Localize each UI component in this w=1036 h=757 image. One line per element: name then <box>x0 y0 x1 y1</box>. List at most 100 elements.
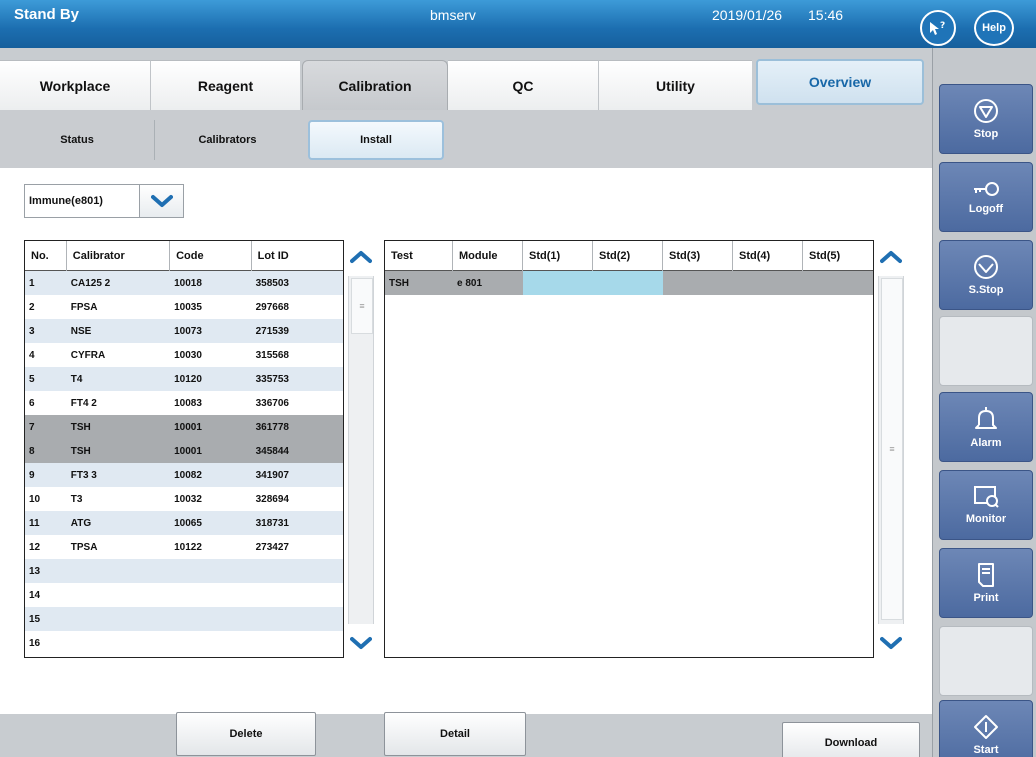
detail-button[interactable]: Detail <box>384 712 526 756</box>
system-status: Stand By <box>14 6 80 23</box>
header-code[interactable]: Code <box>170 241 252 271</box>
header-test[interactable]: Test <box>385 241 453 271</box>
cell-no: 14 <box>29 589 41 601</box>
stop-button[interactable]: Stop <box>939 84 1033 154</box>
cell-calibrator: TPSA <box>70 541 98 553</box>
chevron-down-icon <box>880 637 902 649</box>
empty-slot <box>939 316 1033 386</box>
module-dropdown-toggle[interactable] <box>140 184 184 218</box>
start-button[interactable]: Start <box>939 700 1033 757</box>
cell-lot-id: 336706 <box>255 397 289 409</box>
start-label: Start <box>973 744 999 756</box>
cell-code: 10001 <box>174 421 202 433</box>
bell-icon <box>975 407 997 429</box>
scroll-track[interactable]: ≡ <box>348 276 374 624</box>
monitor-label: Monitor <box>965 513 1007 525</box>
subtab-status[interactable]: Status <box>0 120 154 160</box>
table-row[interactable]: 1 CA125 2 10018 358503 <box>25 271 343 295</box>
cell-code: 10032 <box>174 493 202 505</box>
cell-std5[interactable] <box>803 271 873 295</box>
cell-calibrator: TSH <box>70 421 91 433</box>
sstop-button[interactable]: S.Stop <box>939 240 1033 310</box>
table-row[interactable]: 2 FPSA 10035 297668 <box>25 295 343 319</box>
logoff-label: Logoff <box>968 203 1004 215</box>
calibrator-scrollbar[interactable]: ≡ <box>346 240 376 660</box>
tab-overview[interactable]: Overview <box>756 59 924 105</box>
table-row[interactable]: 5 T4 10120 335753 <box>25 367 343 391</box>
cell-calibrator: FPSA <box>70 301 98 313</box>
header-calibrator[interactable]: Calibrator <box>67 241 171 271</box>
cell-calibrator: TSH <box>70 445 91 457</box>
cell-code: 10120 <box>174 373 202 385</box>
cell-no: 10 <box>29 493 41 505</box>
table-row[interactable]: 4 CYFRA 10030 315568 <box>25 343 343 367</box>
scroll-down-button[interactable] <box>346 626 376 660</box>
module-dropdown[interactable]: Immune(e801) <box>24 184 184 218</box>
title-bar: Stand By bmserv 2019/01/26 15:46 ? Help <box>0 0 1036 48</box>
table-row[interactable]: 10 T3 10032 328694 <box>25 487 343 511</box>
header-std5[interactable]: Std(5) <box>803 241 873 271</box>
module-dropdown-value[interactable]: Immune(e801) <box>24 184 140 218</box>
help-button[interactable]: Help <box>974 10 1014 46</box>
cell-lot-id: 341907 <box>255 469 289 481</box>
tab-qc[interactable]: QC <box>448 60 598 110</box>
chevron-up-icon <box>350 251 372 263</box>
table-row[interactable]: TSH e 801 <box>385 271 873 295</box>
logoff-button[interactable]: Logoff <box>939 162 1033 232</box>
header-std2[interactable]: Std(2) <box>593 241 663 271</box>
cell-code: 10082 <box>174 469 202 481</box>
test-table: Test Module Std(1) Std(2) Std(3) Std(4) … <box>384 240 874 658</box>
table-row[interactable]: 6 FT4 2 10083 336706 <box>25 391 343 415</box>
header-std3[interactable]: Std(3) <box>663 241 733 271</box>
main-tab-bar: Workplace Reagent Calibration QC Utility… <box>0 59 932 110</box>
tab-workplace[interactable]: Workplace <box>0 60 150 110</box>
header-module[interactable]: Module <box>453 241 523 271</box>
tab-calibration[interactable]: Calibration <box>302 60 448 110</box>
alarm-button[interactable]: Alarm <box>939 392 1033 462</box>
cell-calibrator: CA125 2 <box>70 277 111 289</box>
cell-std1[interactable] <box>523 271 593 295</box>
table-row[interactable]: 16 <box>25 631 343 655</box>
table-row[interactable]: 8 TSH 10001 345844 <box>25 439 343 463</box>
header-std1[interactable]: Std(1) <box>523 241 593 271</box>
table-row[interactable]: 3 NSE 10073 271539 <box>25 319 343 343</box>
tab-utility[interactable]: Utility <box>598 60 752 110</box>
header-lot-id[interactable]: Lot ID <box>252 241 343 271</box>
cell-std4[interactable] <box>733 271 803 295</box>
table-row[interactable]: 14 <box>25 583 343 607</box>
pointer-question-icon: ? <box>930 21 945 35</box>
table-row[interactable]: 13 <box>25 559 343 583</box>
scroll-track[interactable]: ≡ <box>878 276 904 624</box>
table-row[interactable]: 11 ATG 10065 318731 <box>25 511 343 535</box>
scroll-thumb[interactable]: ≡ <box>351 278 373 334</box>
scroll-thumb[interactable]: ≡ <box>881 278 903 620</box>
table-row[interactable]: 12 TPSA 10122 273427 <box>25 535 343 559</box>
download-button[interactable]: Download <box>782 722 920 757</box>
cell-no: 13 <box>29 565 41 577</box>
right-rail: Stop Logoff S.Stop Alarm Monitor Print S… <box>932 48 1036 757</box>
print-button[interactable]: Print <box>939 548 1033 618</box>
table-row[interactable]: 7 TSH 10001 361778 <box>25 415 343 439</box>
cell-std2[interactable] <box>593 271 663 295</box>
delete-button[interactable]: Delete <box>176 712 316 756</box>
monitor-button[interactable]: Monitor <box>939 470 1033 540</box>
cell-std3[interactable] <box>663 271 733 295</box>
table-row[interactable]: 15 <box>25 607 343 631</box>
cell-test: TSH <box>389 277 409 289</box>
cell-no: 9 <box>29 469 35 481</box>
table-row[interactable]: 9 FT3 3 10082 341907 <box>25 463 343 487</box>
header-std4[interactable]: Std(4) <box>733 241 803 271</box>
cell-lot-id: 297668 <box>255 301 289 313</box>
test-scrollbar[interactable]: ≡ <box>876 240 906 660</box>
tab-reagent[interactable]: Reagent <box>150 60 300 110</box>
header-no[interactable]: No. <box>25 241 67 271</box>
scroll-down-button[interactable] <box>876 626 906 660</box>
subtab-install[interactable]: Install <box>308 120 444 160</box>
scroll-up-button[interactable] <box>876 240 906 274</box>
cell-lot-id: 358503 <box>255 277 289 289</box>
scroll-up-button[interactable] <box>346 240 376 274</box>
cell-calibrator: T3 <box>70 493 83 505</box>
subtab-calibrators[interactable]: Calibrators <box>154 120 300 160</box>
empty-slot <box>939 626 1033 696</box>
pointer-help-button[interactable]: ? <box>920 10 956 46</box>
